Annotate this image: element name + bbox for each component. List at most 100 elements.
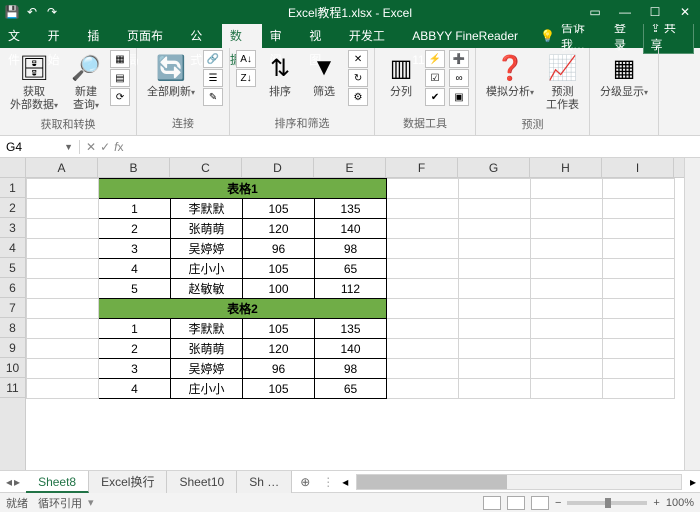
circular-dropdown-icon[interactable]: ▾ (88, 496, 94, 509)
cell[interactable]: 表格2 (99, 299, 387, 319)
cell[interactable]: 120 (243, 219, 315, 239)
row-header[interactable]: 2 (0, 198, 25, 218)
zoom-slider[interactable] (567, 501, 647, 505)
save-icon[interactable]: 💾 (4, 5, 20, 19)
cell[interactable]: 3 (99, 239, 171, 259)
cell[interactable] (27, 339, 99, 359)
cell[interactable] (459, 279, 531, 299)
redo-icon[interactable]: ↷ (44, 5, 60, 19)
cell[interactable] (531, 219, 603, 239)
cell[interactable]: 4 (99, 379, 171, 399)
cancel-formula-icon[interactable]: ✕ (86, 140, 96, 154)
undo-icon[interactable]: ↶ (24, 5, 40, 19)
col-header[interactable]: I (602, 158, 674, 177)
cell[interactable] (531, 279, 603, 299)
cell[interactable]: 96 (243, 359, 315, 379)
tab-view[interactable]: 视图 (301, 24, 341, 48)
text-to-columns-button[interactable]: ▥ 分列 (381, 50, 421, 101)
cell[interactable] (387, 199, 459, 219)
ribbon-options-icon[interactable]: ▭ (580, 5, 610, 19)
reapply-icon[interactable]: ↻ (348, 69, 368, 87)
cell[interactable]: 65 (315, 259, 387, 279)
recent-sources-icon[interactable]: ⟳ (110, 88, 130, 106)
col-header[interactable]: B (98, 158, 170, 177)
cell[interactable]: 吴婷婷 (171, 239, 243, 259)
cell[interactable] (531, 359, 603, 379)
vertical-scrollbar[interactable] (684, 158, 700, 470)
cell[interactable]: 112 (315, 279, 387, 299)
fx-icon[interactable]: fx (114, 140, 123, 154)
cell[interactable] (603, 319, 675, 339)
cell[interactable] (387, 279, 459, 299)
hscroll-right-icon[interactable]: ▸ (686, 475, 700, 489)
tab-file[interactable]: 文件 (0, 24, 40, 48)
cell[interactable] (27, 379, 99, 399)
cell[interactable] (459, 319, 531, 339)
enter-formula-icon[interactable]: ✓ (100, 140, 110, 154)
cell[interactable]: 98 (315, 359, 387, 379)
view-normal-icon[interactable] (483, 496, 501, 510)
row-header[interactable]: 1 (0, 178, 25, 198)
tab-page-layout[interactable]: 页面布局 (119, 24, 182, 48)
refresh-all-button[interactable]: 🔄 全部刷新 (143, 50, 199, 101)
select-all-corner[interactable] (0, 158, 26, 178)
sheet-tab[interactable]: Sh … (237, 471, 292, 493)
data-validation-icon[interactable]: ✔ (425, 88, 445, 106)
close-icon[interactable]: ✕ (670, 5, 700, 19)
tab-review[interactable]: 审阅 (262, 24, 302, 48)
name-box[interactable]: G4 ▼ (0, 140, 80, 154)
connections-icon[interactable]: 🔗 (203, 50, 223, 68)
tab-developer[interactable]: 开发工具 (341, 24, 404, 48)
cell[interactable]: 105 (243, 259, 315, 279)
cell[interactable]: 李默默 (171, 199, 243, 219)
clear-filter-icon[interactable]: ✕ (348, 50, 368, 68)
cell[interactable] (27, 279, 99, 299)
cell[interactable]: 120 (243, 339, 315, 359)
cell[interactable] (387, 259, 459, 279)
sheet-tab[interactable]: Excel换行 (89, 471, 167, 493)
horizontal-scrollbar[interactable] (356, 474, 682, 490)
row-header[interactable]: 6 (0, 278, 25, 298)
cell[interactable]: 3 (99, 359, 171, 379)
cell[interactable] (459, 259, 531, 279)
row-header[interactable]: 10 (0, 358, 25, 378)
cell[interactable]: 张萌萌 (171, 219, 243, 239)
cell[interactable] (27, 219, 99, 239)
cell[interactable] (27, 299, 99, 319)
consolidate-icon[interactable]: ➕ (449, 50, 469, 68)
cell[interactable] (459, 339, 531, 359)
cell[interactable] (531, 319, 603, 339)
cell[interactable]: 1 (99, 199, 171, 219)
view-page-break-icon[interactable] (531, 496, 549, 510)
cell[interactable] (27, 179, 99, 199)
cell[interactable] (603, 219, 675, 239)
col-header[interactable]: G (458, 158, 530, 177)
cell[interactable] (531, 179, 603, 199)
cell[interactable] (387, 359, 459, 379)
minimize-icon[interactable]: — (610, 5, 640, 19)
cell[interactable] (27, 319, 99, 339)
tab-data[interactable]: 数据 (222, 24, 262, 48)
sort-asc-icon[interactable]: A↓ (236, 50, 256, 68)
cell[interactable]: 96 (243, 239, 315, 259)
cell[interactable] (459, 199, 531, 219)
tab-abbyy[interactable]: ABBYY FineReader 11 (404, 24, 540, 48)
row-header[interactable]: 3 (0, 218, 25, 238)
hscroll-left-icon[interactable]: ◂ (338, 475, 352, 489)
cell[interactable]: 140 (315, 339, 387, 359)
view-page-layout-icon[interactable] (507, 496, 525, 510)
cell[interactable] (459, 299, 531, 319)
maximize-icon[interactable]: ☐ (640, 5, 670, 19)
cell[interactable]: 105 (243, 379, 315, 399)
tab-insert[interactable]: 插入 (79, 24, 119, 48)
cell[interactable]: 2 (99, 339, 171, 359)
cell[interactable] (531, 299, 603, 319)
cell[interactable]: 1 (99, 319, 171, 339)
cell[interactable]: 105 (243, 199, 315, 219)
get-external-data-button[interactable]: 🗄 获取 外部数据 (6, 50, 62, 114)
properties-icon[interactable]: ☰ (203, 69, 223, 87)
cell[interactable]: 赵敏敏 (171, 279, 243, 299)
zoom-out-button[interactable]: − (555, 497, 561, 509)
cell[interactable] (387, 179, 459, 199)
cell[interactable]: 140 (315, 219, 387, 239)
